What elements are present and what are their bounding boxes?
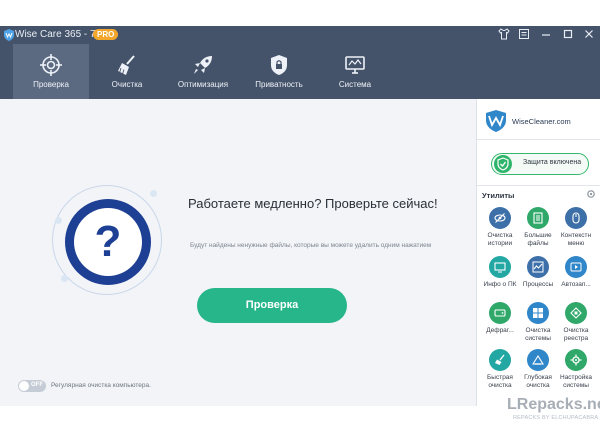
tab-clean-label: Очистка: [111, 80, 143, 89]
pro-badge: PRO: [93, 29, 119, 40]
close-icon[interactable]: [582, 28, 596, 42]
tool-label: Процессы: [522, 281, 554, 288]
orbit-dot: [150, 190, 157, 197]
tool-label: Большие файлы: [524, 232, 552, 247]
tool-label: Автозап...: [561, 281, 591, 288]
orbit-dot: [55, 217, 62, 224]
page-subtitle: Будут найдены ненужные файлы, которые вы…: [190, 242, 432, 249]
tool-context-menu[interactable]: Контекстн меню: [557, 207, 595, 263]
tool-label: Контекстн меню: [560, 232, 592, 247]
wisecleaner-logo-icon[interactable]: [486, 110, 506, 132]
pc-info-icon: [489, 256, 511, 278]
hdd-icon: [489, 302, 511, 324]
tool-label: Глубокая очистка: [524, 374, 552, 389]
quick-broom-icon: [489, 349, 511, 371]
tab-privacy[interactable]: Приватность: [241, 44, 317, 99]
tool-large-files[interactable]: Большие файлы: [519, 207, 557, 263]
tab-check[interactable]: Проверка: [13, 44, 89, 99]
toggle-state: OFF: [31, 382, 43, 388]
play-icon: [565, 256, 587, 278]
tool-label: Очистка системы: [525, 327, 551, 342]
main-nav: Проверка Очистка Оптимизация Приватность…: [0, 44, 600, 99]
watermark: LRepacks.net: [507, 396, 600, 413]
right-panel: WiseCleaner.com Защита включена Утилиты …: [476, 99, 600, 406]
protection-label: Защита включена: [523, 159, 582, 166]
broom-icon: [118, 55, 135, 75]
toggle-knob: [19, 381, 29, 391]
protection-status[interactable]: Защита включена: [491, 153, 589, 175]
tab-optimize[interactable]: Оптимизация: [165, 44, 241, 99]
tab-system[interactable]: Система: [317, 44, 393, 99]
target-icon: [40, 54, 62, 76]
settings-tune-icon: [565, 349, 587, 371]
question-mark: ?: [94, 217, 122, 266]
tab-optimize-label: Оптимизация: [177, 80, 229, 89]
title-bar: Wise Care 365 - 7.0.6 PRO: [0, 26, 600, 44]
shield-lock-icon: [271, 55, 287, 75]
mouse-icon: [565, 207, 587, 229]
monitor-icon: [345, 56, 365, 74]
shield-check-icon: [494, 155, 512, 173]
tool-label: Очистка истории: [487, 232, 513, 247]
registry-icon: [565, 302, 587, 324]
auto-clean-toggle[interactable]: OFF: [18, 380, 46, 392]
scan-button[interactable]: Проверка: [197, 288, 347, 323]
question-ring-icon: ?: [65, 199, 151, 285]
tab-check-label: Проверка: [33, 80, 69, 89]
rocket-icon: [194, 56, 212, 74]
divider: [477, 139, 600, 140]
tool-label: Быстрая очистка: [487, 374, 513, 389]
deep-clean-icon: [527, 349, 549, 371]
tool-history-clean[interactable]: Очистка истории: [481, 207, 519, 263]
process-chart-icon: [527, 256, 549, 278]
page-headline: Работаете медленно? Проверьте сейчас!: [188, 196, 438, 211]
auto-clean-label: Регулярная очистка компьютера.: [51, 382, 151, 389]
tool-label: Настройка системы: [560, 374, 592, 389]
orbit-dot: [61, 275, 68, 282]
brand-link[interactable]: WiseCleaner.com: [512, 117, 571, 126]
divider: [477, 185, 600, 186]
gear-icon[interactable]: [586, 189, 596, 199]
main-panel: ? Работаете медленно? Проверьте сейчас! …: [0, 99, 476, 406]
app-logo-icon: [4, 29, 14, 41]
tab-privacy-label: Приватность: [255, 80, 303, 89]
app-window: Wise Care 365 - 7.0.6 PRO Проверка Очист…: [0, 0, 600, 433]
maximize-icon[interactable]: [561, 28, 575, 42]
tab-clean[interactable]: Очистка: [89, 44, 165, 99]
eye-slash-icon: [489, 207, 511, 229]
windows-icon: [527, 302, 549, 324]
tool-label: Инфо о ПК: [483, 281, 517, 288]
tool-label: Очистка реестра: [563, 327, 589, 342]
utilities-title: Утилиты: [482, 191, 515, 200]
minimize-icon[interactable]: [539, 28, 553, 42]
files-icon: [527, 207, 549, 229]
shirt-icon[interactable]: [497, 28, 511, 42]
watermark-subtitle: REPACKS BY ELCHUPACABRA: [513, 415, 599, 421]
tab-system-label: Система: [338, 80, 372, 89]
tool-label: Дефраг...: [486, 327, 514, 334]
menu-list-icon[interactable]: [517, 28, 531, 42]
